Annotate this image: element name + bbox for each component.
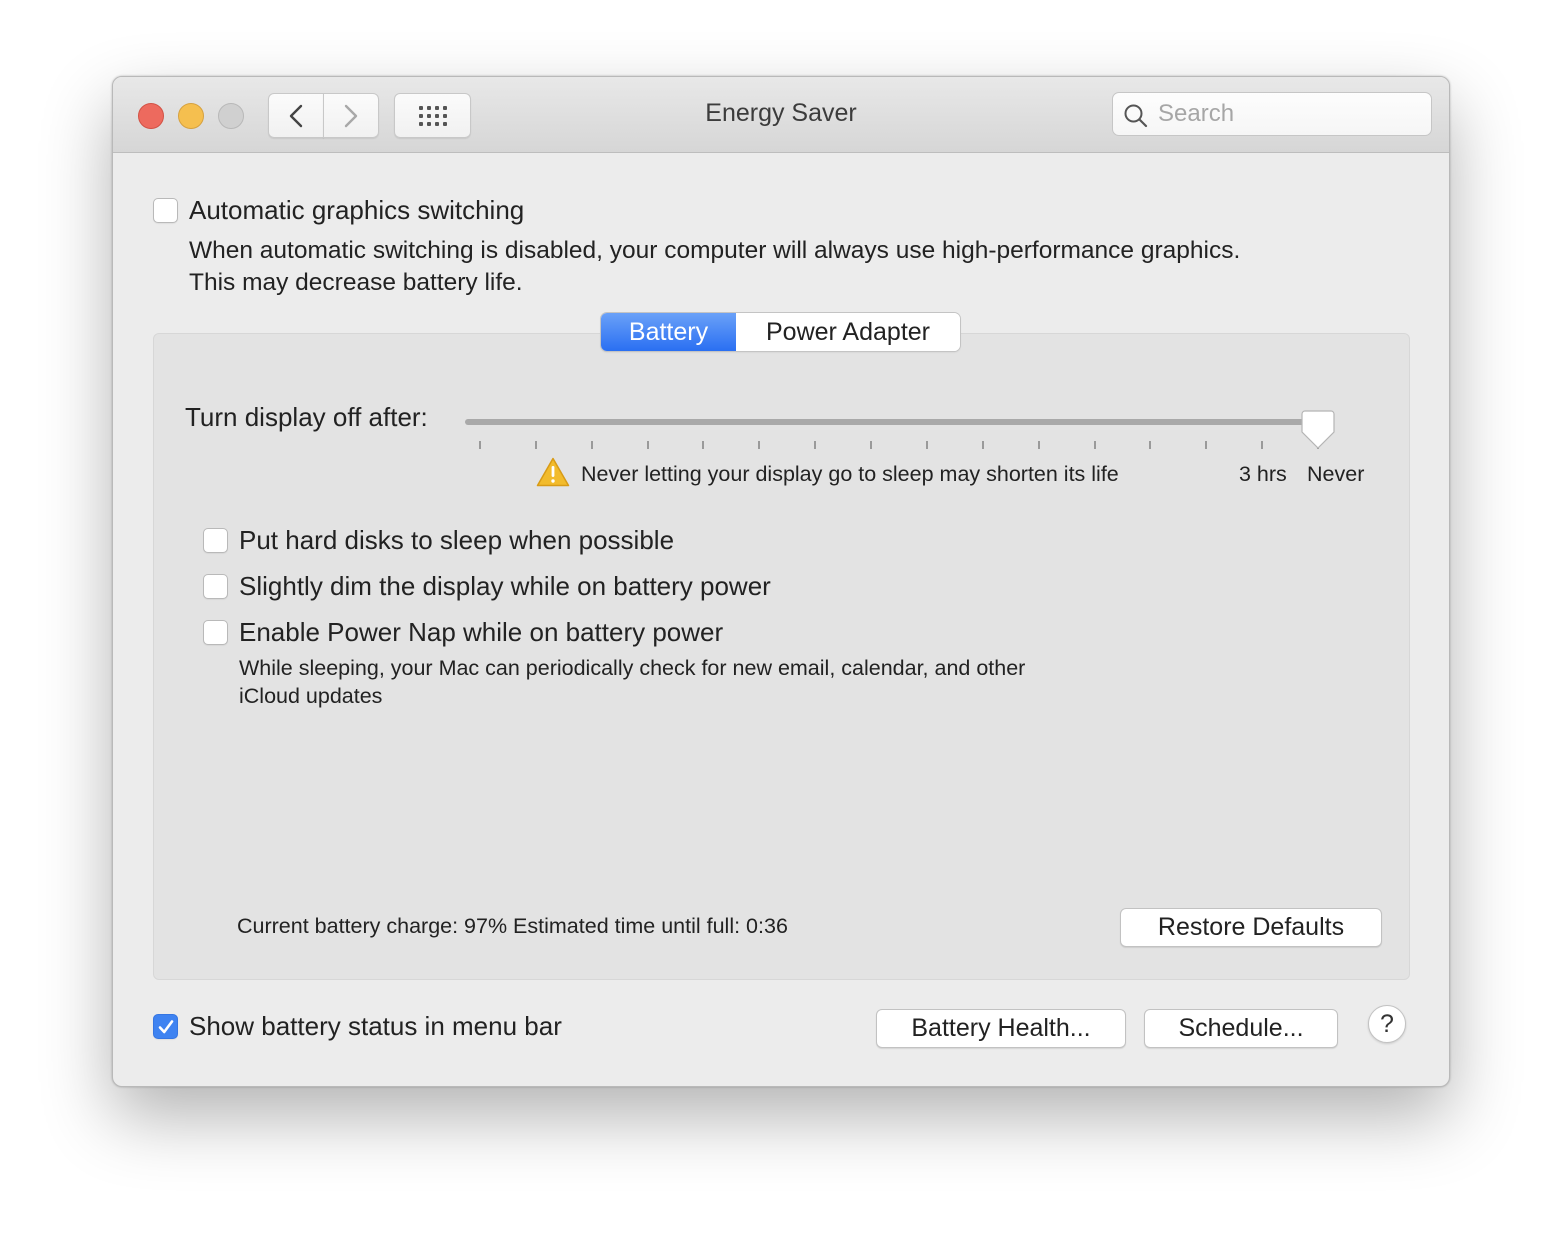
tick-label-never: Never (1307, 462, 1365, 486)
dim-display-checkbox[interactable] (203, 574, 228, 599)
slider-tick (1261, 441, 1264, 449)
graphics-description-line1: When automatic switching is disabled, yo… (189, 237, 1241, 264)
display-sleep-slider-thumb[interactable] (1301, 410, 1335, 450)
battery-status-text: Current battery charge: 97% Estimated ti… (237, 914, 788, 938)
restore-defaults-button[interactable]: Restore Defaults (1120, 908, 1382, 947)
slider-tick (870, 441, 873, 449)
slider-tick (534, 441, 537, 449)
energy-saver-window: Energy Saver Automatic graphics switchin… (112, 76, 1450, 1087)
dim-display-label: Slightly dim the display while on batter… (239, 571, 771, 601)
slider-tick (646, 441, 649, 449)
slider-tick (590, 441, 593, 449)
automatic-graphics-switching-checkbox[interactable] (153, 198, 178, 223)
search-field[interactable] (1112, 92, 1432, 136)
help-button[interactable]: ? (1368, 1005, 1406, 1043)
tick-label-3-hrs: 3 hrs (1239, 462, 1287, 486)
search-input[interactable] (1158, 99, 1418, 129)
schedule-button[interactable]: Schedule... (1144, 1009, 1338, 1048)
power-nap-description-line1: While sleeping, your Mac can periodicall… (239, 656, 1026, 680)
show-battery-status-label: Show battery status in menu bar (189, 1011, 562, 1041)
hard-disk-sleep-label: Put hard disks to sleep when possible (239, 525, 675, 555)
title-bar: Energy Saver (113, 77, 1449, 153)
display-off-label: Turn display off after: (185, 402, 428, 432)
warning-icon (536, 457, 570, 487)
slider-tick (981, 441, 984, 449)
slider-tick (1205, 441, 1208, 449)
checkmark-icon (158, 1020, 174, 1034)
slider-tick (814, 441, 817, 449)
slider-tick (1093, 441, 1096, 449)
graphics-description-line2: This may decrease battery life. (189, 269, 523, 296)
slider-tick (1037, 441, 1040, 449)
power-nap-label: Enable Power Nap while on battery power (239, 617, 724, 647)
battery-health-button[interactable]: Battery Health... (876, 1009, 1126, 1048)
slider-tick (758, 441, 761, 449)
slider-tick (1149, 441, 1152, 449)
slider-tick (925, 441, 928, 449)
display-sleep-warning: Never letting your display go to sleep m… (581, 462, 1119, 486)
tab-battery[interactable]: Battery (601, 313, 736, 351)
hard-disk-sleep-checkbox[interactable] (203, 528, 228, 553)
power-source-tabs: Battery Power Adapter (601, 313, 960, 351)
power-nap-description-line2: iCloud updates (239, 684, 383, 708)
tab-power-adapter[interactable]: Power Adapter (736, 313, 960, 351)
power-nap-checkbox[interactable] (203, 620, 228, 645)
slider-tick (702, 441, 705, 449)
search-icon (1124, 104, 1148, 128)
show-battery-status-checkbox[interactable] (153, 1014, 178, 1039)
automatic-graphics-switching-label: Automatic graphics switching (189, 195, 525, 225)
slider-tick (479, 441, 481, 449)
display-sleep-slider-track[interactable] (465, 419, 1333, 425)
